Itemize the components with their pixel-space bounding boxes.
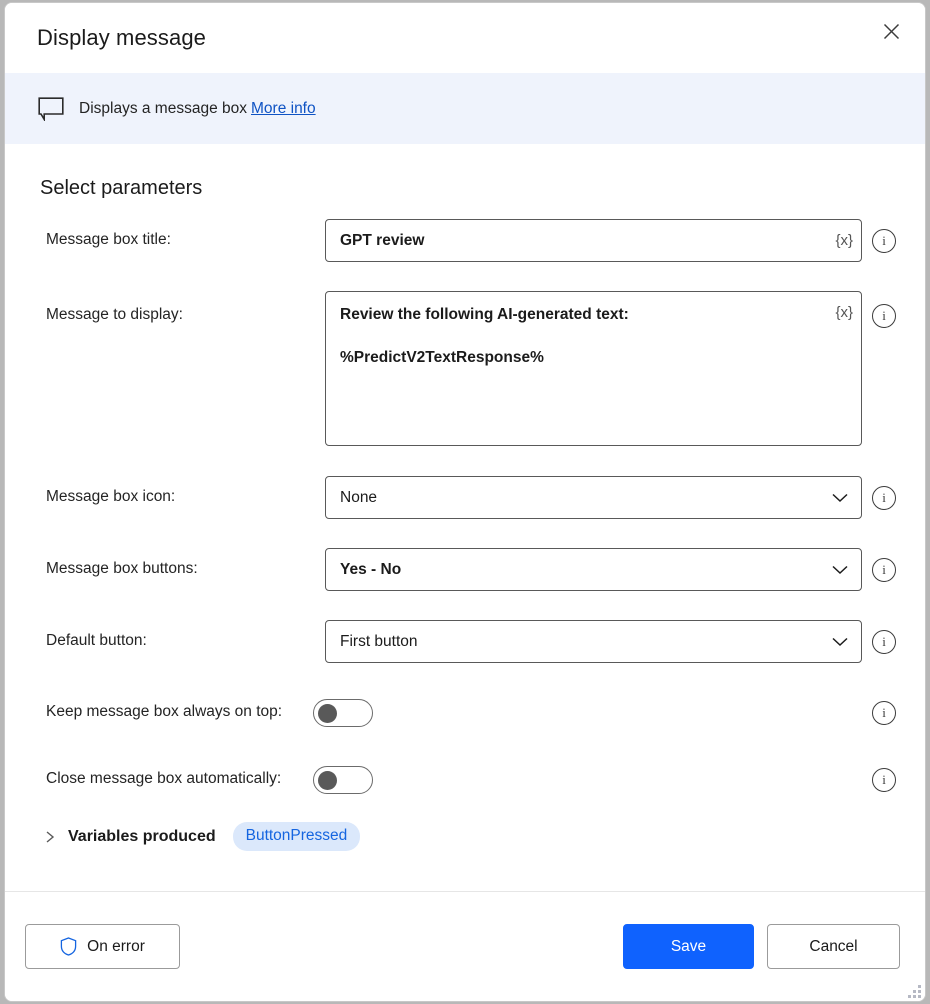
- field-row-message-to-display: Message to display: Review the following…: [5, 291, 925, 446]
- dialog-title: Display message: [37, 25, 207, 50]
- cancel-button[interactable]: Cancel: [767, 924, 900, 969]
- variable-picker-icon[interactable]: {x}: [835, 305, 853, 320]
- message-box-icon-dropdown[interactable]: None: [325, 476, 862, 519]
- field-message-to-display: Review the following AI-generated text: …: [325, 291, 862, 446]
- variables-produced-section[interactable]: Variables produced ButtonPressed: [5, 822, 925, 851]
- section-title: Select parameters: [40, 177, 203, 199]
- field-message-box-buttons: Yes - No: [325, 548, 862, 591]
- default-button-dropdown[interactable]: First button: [325, 620, 862, 663]
- chevron-down-icon: [832, 637, 848, 646]
- label-message-box-icon: Message box icon:: [46, 488, 176, 505]
- field-row-default-button: Default button: First button i: [5, 620, 925, 663]
- message-box-buttons-dropdown[interactable]: Yes - No: [325, 548, 862, 591]
- label-message-box-buttons: Message box buttons:: [46, 560, 198, 577]
- chevron-down-icon: [832, 493, 848, 502]
- field-keep-on-top: [313, 699, 373, 727]
- field-row-close-automatically: Close message box automatically: i: [5, 766, 925, 794]
- info-icon-message-to-display[interactable]: i: [872, 304, 896, 328]
- label-message-to-display: Message to display:: [46, 306, 183, 323]
- message-box-buttons-value: Yes - No: [340, 560, 402, 578]
- field-message-box-icon: None: [325, 476, 862, 519]
- info-icon-keep-on-top[interactable]: i: [872, 701, 896, 725]
- message-to-display-input[interactable]: Review the following AI-generated text: …: [325, 291, 862, 446]
- save-button[interactable]: Save: [623, 924, 754, 969]
- cancel-label: Cancel: [809, 937, 858, 955]
- dialog-body: Select parameters Message box title: GPT…: [5, 144, 925, 891]
- field-default-button: First button: [325, 620, 862, 663]
- variable-pill-buttonpressed[interactable]: ButtonPressed: [232, 822, 361, 851]
- message-box-title-input[interactable]: GPT review {x}: [325, 219, 862, 262]
- close-button[interactable]: [863, 7, 919, 55]
- resize-grip-icon[interactable]: [907, 984, 921, 998]
- label-default-button: Default button:: [46, 632, 147, 649]
- message-box-title-value: GPT review: [340, 231, 425, 249]
- dialog-titlebar: Display message: [5, 3, 925, 73]
- dialog-footer: On error Save Cancel: [5, 892, 925, 1001]
- parameters-list: Message box title: GPT review {x} i Mess…: [5, 219, 925, 851]
- info-banner-text-wrap: Displays a message box More info: [79, 100, 316, 118]
- label-message-box-title: Message box title:: [46, 231, 171, 248]
- message-box-icon-value: None: [340, 488, 378, 506]
- field-row-keep-on-top: Keep message box always on top: i: [5, 699, 925, 727]
- info-icon-message-box-title[interactable]: i: [872, 229, 896, 253]
- info-icon-message-box-buttons[interactable]: i: [872, 558, 896, 582]
- chevron-right-icon[interactable]: [44, 830, 56, 843]
- variable-picker-icon[interactable]: {x}: [835, 233, 853, 248]
- keep-on-top-toggle[interactable]: [313, 699, 373, 727]
- label-close-automatically: Close message box automatically:: [46, 770, 282, 787]
- info-icon-message-box-icon[interactable]: i: [872, 486, 896, 510]
- shield-icon: [60, 937, 77, 956]
- toggle-knob: [318, 770, 337, 790]
- field-row-message-box-title: Message box title: GPT review {x} i: [5, 219, 925, 262]
- chevron-down-icon: [832, 565, 848, 574]
- info-banner-text: Displays a message box: [79, 99, 247, 117]
- close-icon: [883, 23, 899, 39]
- display-message-dialog: Display message Displays a message box Mo…: [4, 2, 926, 1002]
- message-to-display-value: Review the following AI-generated text: …: [340, 306, 629, 366]
- info-icon-close-automatically[interactable]: i: [872, 768, 896, 792]
- message-bubble-icon: [38, 96, 64, 121]
- field-row-message-box-icon: Message box icon: None i: [5, 476, 925, 519]
- field-row-message-box-buttons: Message box buttons: Yes - No i: [5, 548, 925, 591]
- label-keep-on-top: Keep message box always on top:: [46, 703, 283, 720]
- toggle-knob: [318, 703, 337, 723]
- save-label: Save: [670, 937, 707, 955]
- field-message-box-title: GPT review {x}: [325, 219, 862, 262]
- on-error-label: On error: [87, 937, 145, 955]
- info-banner: Displays a message box More info: [5, 73, 925, 144]
- close-automatically-toggle[interactable]: [313, 766, 373, 794]
- field-close-automatically: [313, 766, 373, 794]
- variables-produced-title: Variables produced: [68, 827, 216, 845]
- more-info-link[interactable]: More info: [251, 100, 316, 117]
- default-button-value: First button: [340, 632, 418, 650]
- info-icon-default-button[interactable]: i: [872, 630, 896, 654]
- on-error-button[interactable]: On error: [25, 924, 180, 969]
